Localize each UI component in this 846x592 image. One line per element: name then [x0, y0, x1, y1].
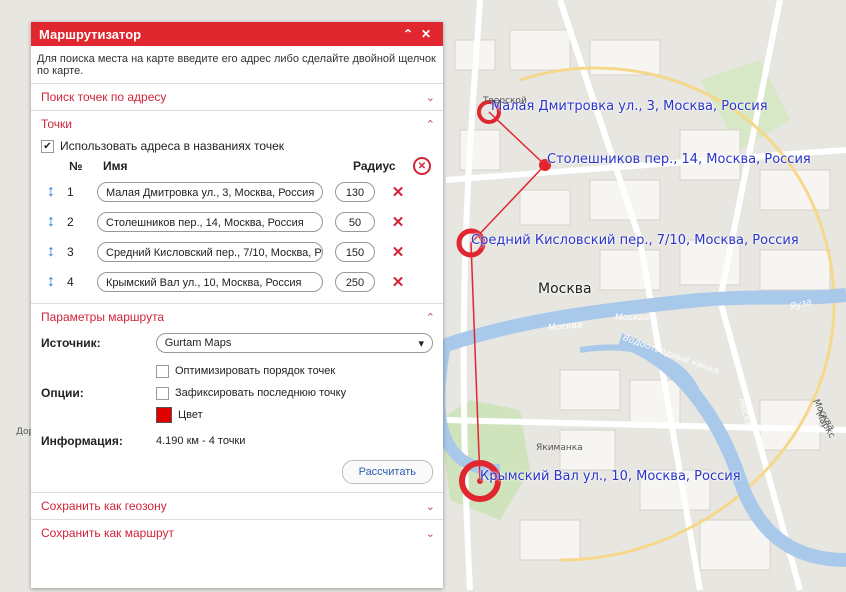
router-panel: Маршрутизатор ⌃ ✕ Для поиска места на ка… — [31, 22, 443, 588]
point-number: 2 — [67, 215, 74, 229]
optimize-order-label: Оптимизировать порядок точек — [175, 365, 336, 377]
points-section-header[interactable]: Точки ⌃ — [31, 111, 443, 137]
search-section-title: Поиск точек по адресу — [41, 90, 167, 104]
fix-last-label: Зафиксировать последнюю точку — [175, 387, 347, 399]
chevron-up-icon: ⌃ — [425, 311, 435, 324]
points-table-header: № Имя Радиус ✕ — [41, 155, 435, 177]
route-save-section-header[interactable]: Сохранить как маршрут ⌄ — [31, 520, 443, 546]
fix-last-checkbox[interactable] — [156, 386, 169, 400]
point-radius-input[interactable]: 130 — [335, 182, 375, 202]
params-section-header[interactable]: Параметры маршрута ⌃ — [31, 304, 443, 330]
chevron-up-icon: ⌃ — [425, 118, 435, 131]
point-row: ↕ 2 Столешников пер., 14, Москва, Россия… — [41, 207, 435, 237]
col-num-header: № — [69, 159, 83, 173]
calculate-button[interactable]: Рассчитать — [341, 460, 433, 484]
search-section-header[interactable]: Поиск точек по адресу ⌄ — [31, 84, 443, 110]
street-label: Якиманка — [536, 443, 583, 453]
info-label: Информация: — [41, 434, 123, 448]
source-select[interactable]: Gurtam Maps ▾ — [155, 333, 433, 353]
marker-label-3: Средний Кисловский пер., 7/10, Москва, Р… — [471, 233, 799, 248]
use-addresses-label: Использовать адреса в названиях точек — [60, 139, 284, 153]
point-number: 3 — [67, 245, 74, 259]
use-addresses-checkbox[interactable]: ✔ — [41, 139, 54, 153]
point-number: 1 — [67, 185, 74, 199]
point-name-input[interactable]: Малая Дмитровка ул., 3, Москва, Россия — [97, 182, 323, 202]
marker-label-4: Крымский Вал ул., 10, Москва, Россия — [480, 469, 741, 484]
marker-label-2: Столешников пер., 14, Москва, Россия — [547, 152, 811, 167]
optimize-order-option[interactable]: Оптимизировать порядок точек — [156, 360, 346, 382]
col-radius-header: Радиус — [353, 159, 396, 173]
point-row: ↕ 3 Средний Кисловский пер., 7/10, Москв… — [41, 237, 435, 267]
point-row: ↕ 4 Крымский Вал ул., 10, Москва, Россия… — [41, 267, 435, 297]
point-name-input[interactable]: Столешников пер., 14, Москва, Россия — [97, 212, 323, 232]
point-radius-input[interactable]: 250 — [335, 272, 375, 292]
delete-point-icon[interactable]: ✕ — [385, 243, 411, 261]
color-option[interactable]: Цвет — [156, 404, 346, 426]
optimize-order-checkbox[interactable] — [156, 364, 169, 378]
drag-handle-icon[interactable]: ↕ — [41, 243, 61, 261]
panel-header: Маршрутизатор ⌃ ✕ — [31, 22, 443, 46]
params-section-title: Параметры маршрута — [41, 310, 165, 324]
city-label: Москва — [538, 281, 592, 297]
col-name-header: Имя — [103, 159, 128, 173]
point-number: 4 — [67, 275, 74, 289]
geozone-section: Сохранить как геозону ⌄ — [31, 492, 443, 519]
delete-point-icon[interactable]: ✕ — [385, 213, 411, 231]
point-name-input[interactable]: Средний Кисловский пер., 7/10, Москва, Р… — [97, 242, 323, 262]
geozone-section-header[interactable]: Сохранить как геозону ⌄ — [31, 493, 443, 519]
info-value: 4.190 км - 4 точки — [156, 435, 246, 447]
caret-down-icon: ▾ — [418, 337, 424, 350]
points-section: Точки ⌃ ✔ Использовать адреса в названия… — [31, 110, 443, 303]
fix-last-option[interactable]: Зафиксировать последнюю точку — [156, 382, 346, 404]
chevron-down-icon: ⌄ — [425, 527, 435, 540]
drag-handle-icon[interactable]: ↕ — [41, 213, 61, 231]
color-swatch[interactable] — [156, 407, 172, 423]
panel-title: Маршрутизатор — [39, 26, 142, 42]
options-label: Опции: — [41, 386, 84, 400]
drag-handle-icon[interactable]: ↕ — [41, 273, 61, 291]
params-section: Параметры маршрута ⌃ Источник: Gurtam Ma… — [31, 303, 443, 492]
point-radius-input[interactable]: 150 — [335, 242, 375, 262]
delete-point-icon[interactable]: ✕ — [385, 273, 411, 291]
chevron-down-icon: ⌄ — [425, 500, 435, 513]
intro-text: Для поиска места на карте введите его ад… — [37, 53, 436, 77]
route-save-section: Сохранить как маршрут ⌄ — [31, 519, 443, 546]
point-row: ↕ 1 Малая Дмитровка ул., 3, Москва, Росс… — [41, 177, 435, 207]
close-icon[interactable]: ✕ — [417, 27, 435, 41]
route-save-section-title: Сохранить как маршрут — [41, 526, 174, 540]
drag-handle-icon[interactable]: ↕ — [41, 183, 61, 201]
source-value: Gurtam Maps — [164, 337, 232, 349]
double-chevron-up-icon[interactable]: ⌃ — [399, 27, 417, 41]
points-section-title: Точки — [41, 117, 73, 131]
river-label: Москва — [615, 313, 650, 323]
geozone-section-title: Сохранить как геозону — [41, 499, 167, 513]
delete-all-icon[interactable]: ✕ — [413, 157, 431, 175]
search-section: Поиск точек по адресу ⌄ — [31, 83, 443, 110]
street-label: Тверской — [483, 96, 527, 106]
point-radius-input[interactable]: 50 — [335, 212, 375, 232]
marker-label-1: Малая Дмитровка ул., 3, Москва, Россия — [491, 99, 768, 114]
point-name-input[interactable]: Крымский Вал ул., 10, Москва, Россия — [97, 272, 323, 292]
color-label: Цвет — [178, 409, 203, 421]
use-addresses-option[interactable]: ✔ Использовать адреса в названиях точек — [41, 137, 435, 155]
delete-point-icon[interactable]: ✕ — [385, 183, 411, 201]
source-label: Источник: — [41, 336, 101, 350]
chevron-down-icon: ⌄ — [425, 91, 435, 104]
